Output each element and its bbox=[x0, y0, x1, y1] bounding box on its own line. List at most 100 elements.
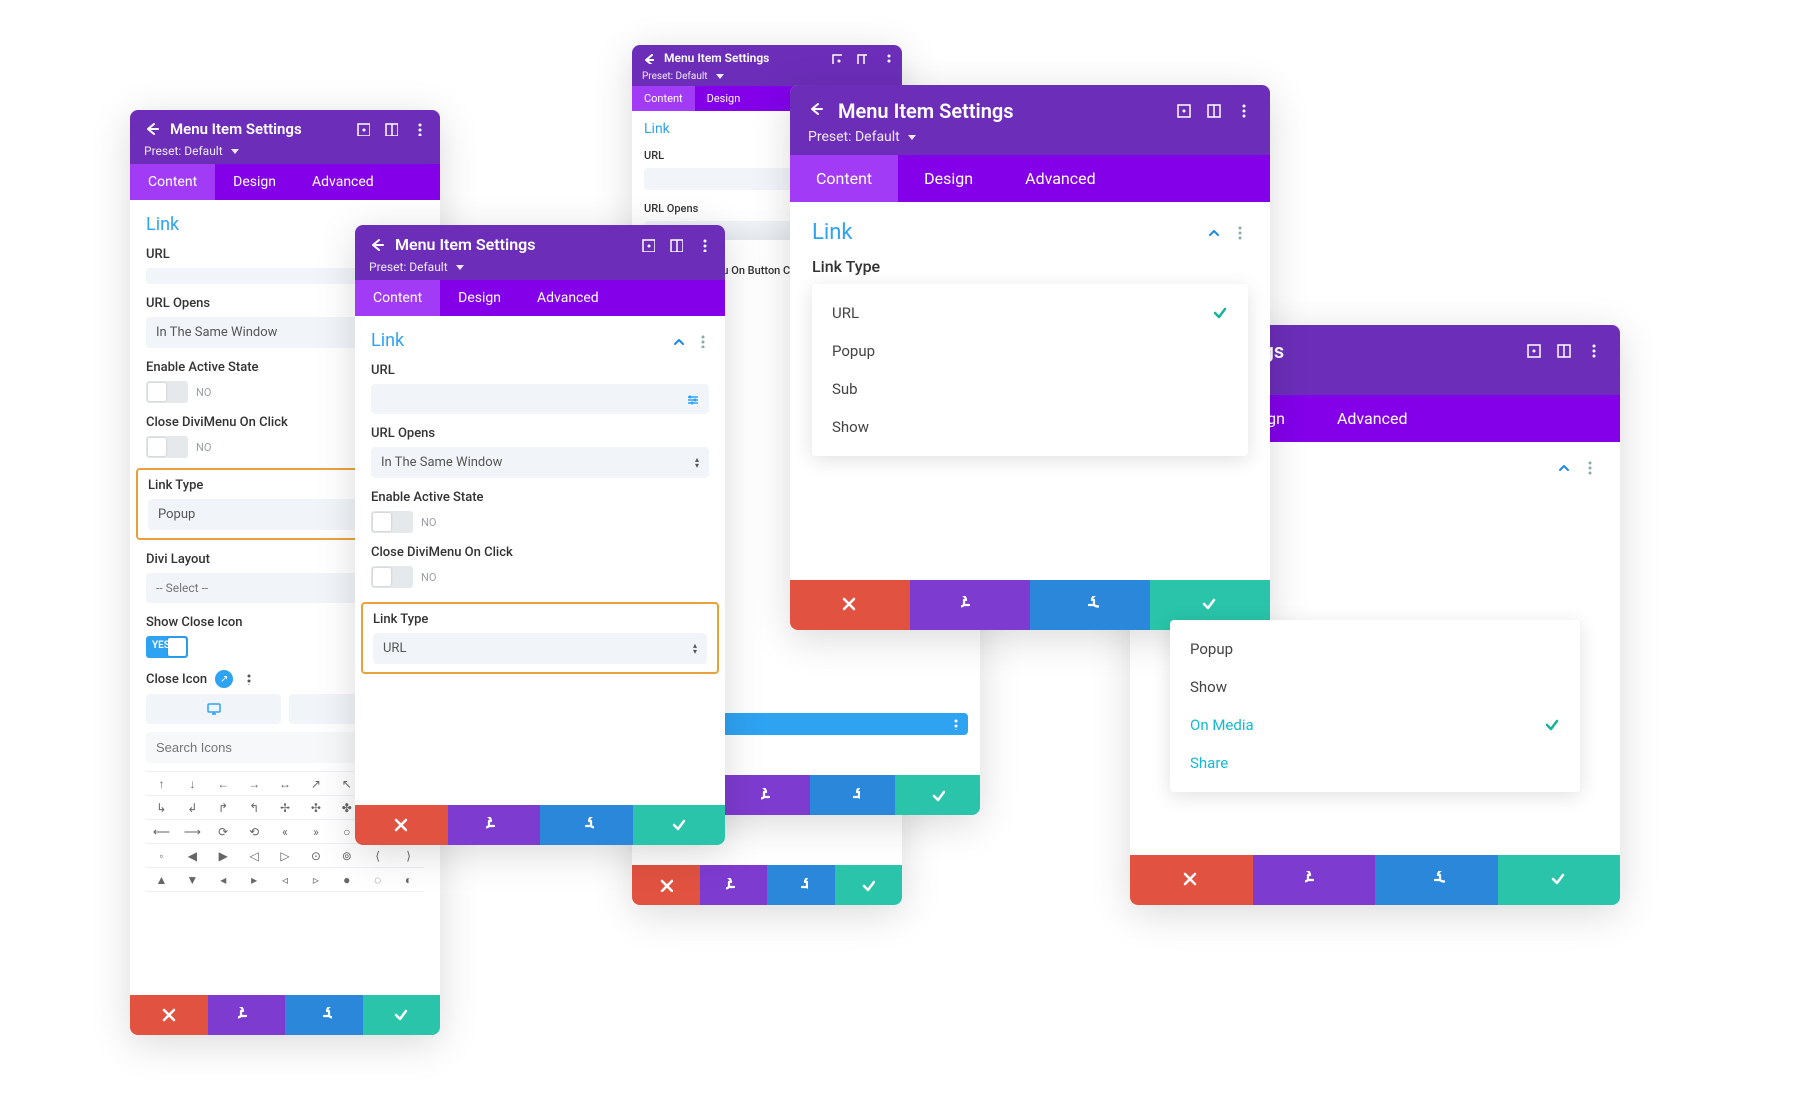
icon-glyph[interactable]: ⟲ bbox=[239, 820, 270, 844]
confirm-button[interactable] bbox=[363, 995, 441, 1035]
icon-glyph[interactable]: ⟩ bbox=[393, 844, 424, 868]
tab-design[interactable]: Design bbox=[695, 86, 753, 111]
icon-glyph[interactable]: « bbox=[270, 820, 301, 844]
dropdown-option[interactable]: Show bbox=[812, 408, 1248, 446]
icon-glyph[interactable]: ↳ bbox=[146, 796, 177, 820]
dropdown-option[interactable]: Share bbox=[1170, 744, 1580, 782]
redo-button[interactable] bbox=[1375, 855, 1498, 905]
preset-selector[interactable]: Preset: Default bbox=[144, 144, 426, 158]
icon-glyph[interactable]: ↔ bbox=[270, 772, 301, 796]
icon-glyph[interactable]: ● bbox=[331, 868, 362, 892]
icon-glyph[interactable]: ◐ bbox=[393, 868, 424, 892]
expand-icon[interactable] bbox=[1176, 103, 1192, 119]
redo-button[interactable] bbox=[540, 805, 633, 845]
icon-glyph[interactable]: → bbox=[239, 772, 270, 796]
redo-button[interactable] bbox=[285, 995, 363, 1035]
icon-glyph[interactable]: ↱ bbox=[208, 796, 239, 820]
icon-glyph[interactable]: ⊚ bbox=[331, 844, 362, 868]
columns-icon[interactable] bbox=[669, 238, 683, 252]
undo-button[interactable] bbox=[1253, 855, 1376, 905]
icon-glyph[interactable]: ⟨ bbox=[362, 844, 393, 868]
responsive-icon[interactable]: ↗ bbox=[215, 670, 233, 688]
preset-selector[interactable]: Preset: Default bbox=[369, 260, 711, 274]
icon-preview-active[interactable] bbox=[146, 694, 281, 724]
confirm-button[interactable] bbox=[895, 775, 980, 815]
icon-glyph[interactable]: ↗ bbox=[300, 772, 331, 796]
back-icon[interactable] bbox=[808, 101, 828, 121]
link-type-dropdown[interactable]: URLPopupSubShow bbox=[812, 284, 1248, 456]
tab-advanced[interactable]: Advanced bbox=[1311, 395, 1434, 442]
cancel-button[interactable] bbox=[790, 580, 910, 630]
icon-glyph[interactable]: ← bbox=[208, 772, 239, 796]
icon-glyph[interactable]: ▶ bbox=[208, 844, 239, 868]
undo-button[interactable] bbox=[700, 865, 768, 905]
redo-button[interactable] bbox=[767, 865, 835, 905]
toggle-close-divimenu[interactable]: NO bbox=[371, 566, 709, 588]
icon-glyph[interactable]: ◌ bbox=[362, 868, 393, 892]
confirm-button[interactable] bbox=[1498, 855, 1621, 905]
icon-glyph[interactable]: ◂ bbox=[208, 868, 239, 892]
redo-button[interactable] bbox=[810, 775, 895, 815]
dropdown-option[interactable]: On Media bbox=[1170, 706, 1580, 744]
select-link-type[interactable]: URL▴▾ bbox=[373, 633, 707, 664]
cancel-button[interactable] bbox=[130, 995, 208, 1035]
icon-glyph[interactable]: ▹ bbox=[300, 868, 331, 892]
icon-glyph[interactable]: ◁ bbox=[239, 844, 270, 868]
icon-glyph[interactable]: ◦ bbox=[146, 844, 177, 868]
icon-glyph[interactable]: ↑ bbox=[146, 772, 177, 796]
tab-advanced[interactable]: Advanced bbox=[999, 155, 1122, 202]
icon-glyph[interactable]: ⟵ bbox=[146, 820, 177, 844]
icon-glyph[interactable]: ▸ bbox=[239, 868, 270, 892]
preset-selector[interactable]: Preset: Default bbox=[642, 71, 892, 82]
columns-icon[interactable] bbox=[384, 122, 398, 136]
icon-glyph[interactable]: ▷ bbox=[270, 844, 301, 868]
icon-glyph[interactable]: ↰ bbox=[239, 796, 270, 820]
icon-glyph[interactable]: ▲ bbox=[146, 868, 177, 892]
input-url[interactable] bbox=[371, 384, 709, 414]
undo-button[interactable] bbox=[448, 805, 541, 845]
icon-glyph[interactable]: ⟶ bbox=[177, 820, 208, 844]
more-icon[interactable] bbox=[881, 53, 892, 64]
expand-icon[interactable] bbox=[356, 122, 370, 136]
more-icon[interactable] bbox=[241, 673, 253, 685]
dropdown-option[interactable]: Popup bbox=[812, 332, 1248, 370]
section-title[interactable]: Link bbox=[371, 330, 709, 351]
collapse-icon[interactable] bbox=[671, 334, 685, 348]
more-icon[interactable] bbox=[695, 334, 709, 348]
columns-icon[interactable] bbox=[1556, 343, 1572, 359]
icon-glyph[interactable]: ✢ bbox=[270, 796, 301, 820]
tab-advanced[interactable]: Advanced bbox=[294, 164, 392, 200]
tab-content[interactable]: Content bbox=[130, 164, 215, 200]
tab-design[interactable]: Design bbox=[440, 280, 519, 316]
dropdown-option[interactable]: URL bbox=[812, 294, 1248, 332]
undo-button[interactable] bbox=[725, 775, 810, 815]
more-icon[interactable] bbox=[697, 238, 711, 252]
more-icon[interactable] bbox=[1236, 103, 1252, 119]
confirm-button[interactable] bbox=[633, 805, 726, 845]
back-icon[interactable] bbox=[642, 52, 654, 64]
icon-glyph[interactable]: ↲ bbox=[177, 796, 208, 820]
tab-content[interactable]: Content bbox=[355, 280, 440, 316]
tab-advanced[interactable]: Advanced bbox=[519, 280, 617, 316]
tab-design[interactable]: Design bbox=[898, 155, 999, 202]
dropdown-option[interactable]: Popup bbox=[1170, 630, 1580, 668]
link-type-dropdown-f[interactable]: PopupShowOn MediaShare bbox=[1170, 620, 1580, 792]
preset-selector[interactable]: Preset: Default bbox=[808, 129, 1252, 145]
tab-content[interactable]: Content bbox=[632, 86, 695, 111]
dynamic-icon[interactable] bbox=[685, 392, 699, 406]
more-icon[interactable] bbox=[1582, 460, 1598, 476]
tab-design[interactable]: Design bbox=[215, 164, 294, 200]
expand-icon[interactable] bbox=[641, 238, 655, 252]
more-icon[interactable] bbox=[1232, 225, 1248, 241]
redo-button[interactable] bbox=[1030, 580, 1150, 630]
columns-icon[interactable] bbox=[856, 53, 867, 64]
more-icon[interactable] bbox=[412, 122, 426, 136]
icon-glyph[interactable]: » bbox=[300, 820, 331, 844]
expand-icon[interactable] bbox=[831, 53, 842, 64]
icon-glyph[interactable]: ⟳ bbox=[208, 820, 239, 844]
undo-button[interactable] bbox=[910, 580, 1030, 630]
section-title[interactable]: Link bbox=[812, 220, 1248, 245]
icon-glyph[interactable]: ↓ bbox=[177, 772, 208, 796]
back-icon[interactable] bbox=[369, 237, 385, 253]
icon-glyph[interactable]: ✣ bbox=[300, 796, 331, 820]
